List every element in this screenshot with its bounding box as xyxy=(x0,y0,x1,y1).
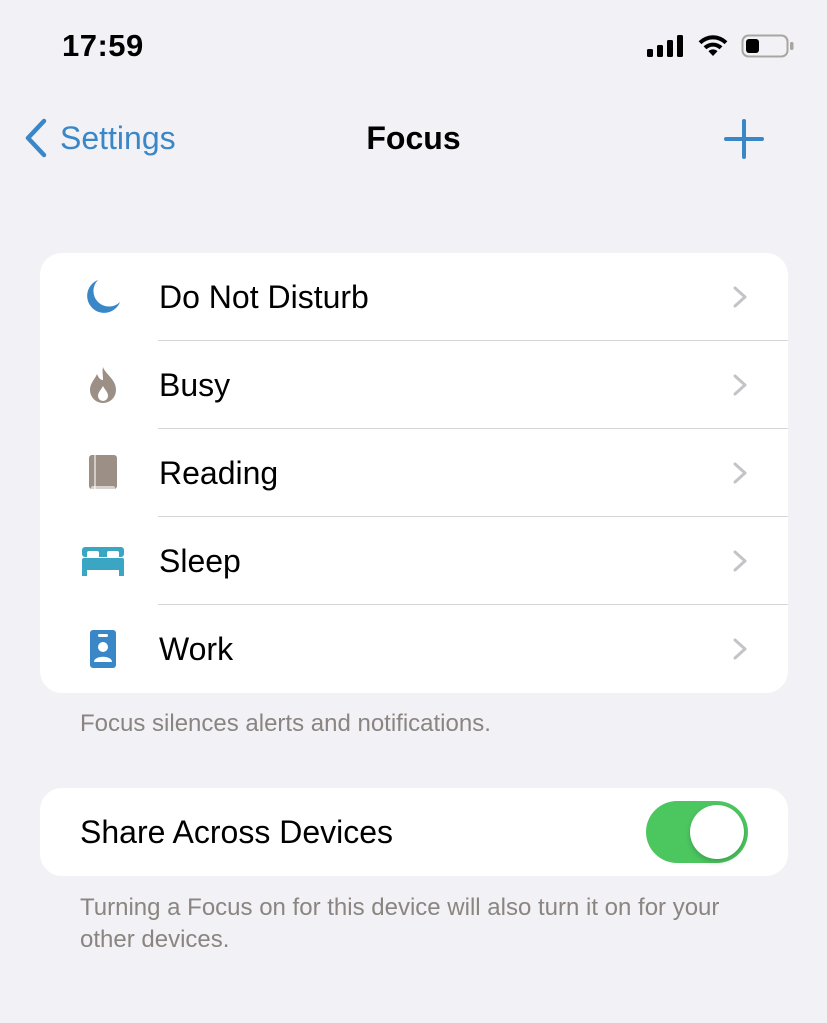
page-title: Focus xyxy=(366,120,461,156)
chevron-right-icon xyxy=(733,374,747,396)
share-across-devices-row: Share Across Devices xyxy=(40,788,788,876)
book-icon xyxy=(80,453,126,493)
focus-modes-list: Do Not Disturb Busy Reading Sleep Work xyxy=(40,253,788,693)
plus-icon xyxy=(724,119,764,159)
bed-icon xyxy=(80,541,126,581)
chevron-right-icon xyxy=(733,462,747,484)
flame-icon xyxy=(80,365,126,405)
wifi-icon xyxy=(698,35,728,56)
focus-row-label: Busy xyxy=(159,367,231,403)
add-focus-button[interactable] xyxy=(723,118,765,160)
focus-footer-text: Focus silences alerts and notifications. xyxy=(80,710,491,737)
focus-row-label: Reading xyxy=(159,455,279,491)
chevron-right-icon xyxy=(733,550,747,572)
navigation-bar: Settings Focus xyxy=(0,100,827,180)
focus-row-reading[interactable]: Reading xyxy=(40,429,788,517)
chevron-right-icon xyxy=(733,286,747,308)
share-across-devices-label: Share Across Devices xyxy=(80,814,394,850)
chevron-right-icon xyxy=(733,638,747,660)
share-across-devices-toggle[interactable] xyxy=(646,801,748,863)
battery-icon xyxy=(741,34,794,58)
toggle-knob xyxy=(690,805,744,859)
focus-row-do-not-disturb[interactable]: Do Not Disturb xyxy=(40,253,788,341)
focus-row-label: Do Not Disturb xyxy=(159,279,369,315)
focus-row-sleep[interactable]: Sleep xyxy=(40,517,788,605)
status-icons xyxy=(647,34,795,58)
id-badge-icon xyxy=(80,629,126,669)
cellular-signal-icon xyxy=(647,35,683,57)
share-footer-text: Turning a Focus on for this device will … xyxy=(80,894,720,953)
status-bar: 17:59 xyxy=(0,0,827,90)
focus-row-work[interactable]: Work xyxy=(40,605,788,693)
focus-row-label: Work xyxy=(159,631,234,667)
focus-row-label: Sleep xyxy=(159,543,241,579)
focus-row-busy[interactable]: Busy xyxy=(40,341,788,429)
moon-icon xyxy=(80,277,126,317)
status-time: 17:59 xyxy=(62,28,144,63)
